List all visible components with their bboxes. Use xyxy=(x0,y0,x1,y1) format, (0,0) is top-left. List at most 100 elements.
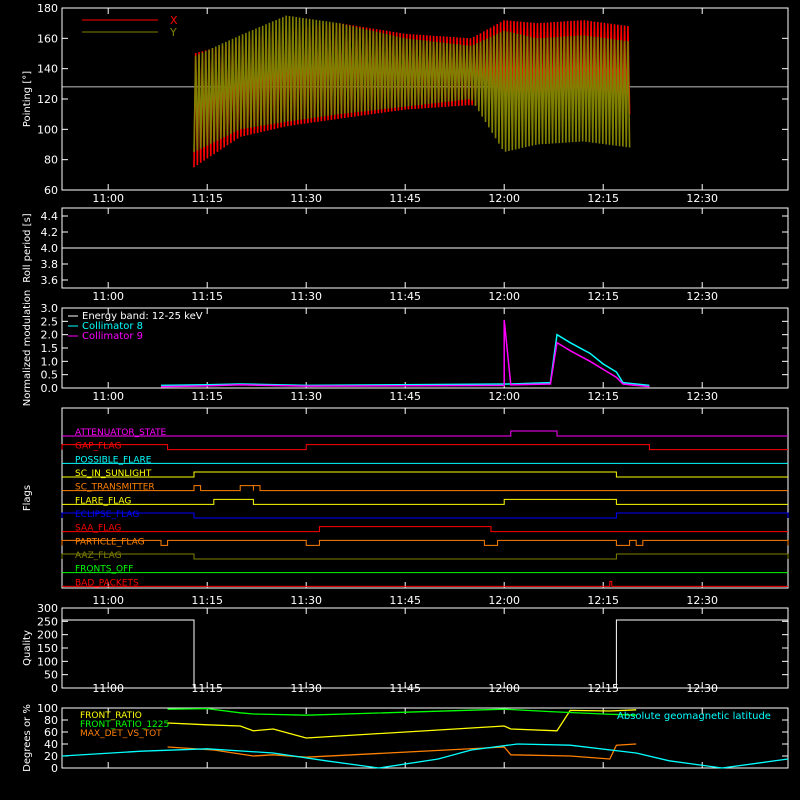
x-tick-label: 11:45 xyxy=(389,192,421,205)
x-tick-label: 11:30 xyxy=(290,594,322,607)
x-tick-label: 11:15 xyxy=(191,594,223,607)
flag-label: AAZ_FLAG xyxy=(75,551,122,561)
x-tick-label: 11:00 xyxy=(92,594,124,607)
y-tick-label: 1.0 xyxy=(41,355,59,368)
y-tick-label: 4.4 xyxy=(41,210,59,223)
y-tick-label: 0 xyxy=(51,682,58,695)
y-tick-label: 4.2 xyxy=(41,226,59,239)
y-tick-label: 60 xyxy=(44,726,58,739)
flag-bad-packets xyxy=(62,580,788,587)
flag-label: PARTICLE_FLAG xyxy=(75,537,145,547)
legend-label: Collimator 9 xyxy=(82,331,143,342)
flag-particle-flag xyxy=(61,539,789,546)
panel-ratios: Degrees or % 020406080100FRONT_RATIOFRONT… xyxy=(22,702,789,775)
y-tick-label: 300 xyxy=(37,602,58,615)
x-tick-label: 12:00 xyxy=(488,290,520,303)
y-tick-label: 140 xyxy=(37,63,58,76)
x-tick-label: 11:15 xyxy=(191,192,223,205)
annotation-label: Absolute geomagnetic latitude xyxy=(617,711,771,722)
flag-label: SC_IN_SUNLIGHT xyxy=(75,469,152,479)
y-axis-label: Normalized modulation xyxy=(22,290,33,407)
x-tick-label: 12:30 xyxy=(686,192,718,205)
y-tick-label: 2.0 xyxy=(41,329,59,342)
y-tick-label: 1.5 xyxy=(41,342,59,355)
y-tick-label: 100 xyxy=(37,123,58,136)
x-tick-label: 11:30 xyxy=(290,390,322,403)
series-front-ratio-1225 xyxy=(167,707,637,716)
y-tick-label: 40 xyxy=(44,738,58,751)
y-tick-label: 3.8 xyxy=(41,258,59,271)
y-tick-label: 80 xyxy=(44,154,58,167)
x-tick-label: 11:45 xyxy=(389,290,421,303)
y-tick-label: 200 xyxy=(37,629,58,642)
flag-attenuator-state xyxy=(62,430,788,437)
flag-aaz-flag xyxy=(61,553,789,560)
x-tick-label: 11:30 xyxy=(290,290,322,303)
y-tick-label: 80 xyxy=(44,714,58,727)
y-axis-label: Degrees or % xyxy=(22,704,33,772)
flag-saa-flag xyxy=(62,526,788,533)
flag-label: GAP_FLAG xyxy=(75,442,121,452)
y-tick-label: 120 xyxy=(37,93,58,106)
flag-label: FRONTS_OFF xyxy=(75,565,133,575)
x-tick-label: 11:45 xyxy=(389,390,421,403)
flag-sc-transmitter xyxy=(62,485,788,492)
x-tick-label: 11:45 xyxy=(389,594,421,607)
flag-label: BAD_PACKETS xyxy=(75,578,139,588)
x-tick-label: 11:30 xyxy=(290,192,322,205)
legend-label: MAX_DET_VS_TOT xyxy=(80,729,162,739)
solar-diagnostic-plot: 11:00 11:15 11:30 11:45 12:00 12:15 12:30 Point… xyxy=(22,2,789,775)
panel-flags: 11:00 11:15 11:30 11:45 12:00 12:15 12:30 Flags… xyxy=(22,407,789,607)
x-tick-label: 11:15 xyxy=(191,290,223,303)
flag-label: FLARE_FLAG xyxy=(75,496,131,506)
y-tick-label: 250 xyxy=(37,615,58,628)
flag-label: SC_TRANSMITTER xyxy=(75,483,155,493)
flag-label: SAA_FLAG xyxy=(75,524,121,534)
y-axis-label: Roll period [s] xyxy=(22,213,33,282)
y-tick-label: 3.6 xyxy=(41,274,59,287)
y-tick-label: 50 xyxy=(44,669,58,682)
quality-line xyxy=(62,619,788,689)
series-collimator-9 xyxy=(160,319,650,388)
panel-roll_period: 11:00 11:15 11:30 11:45 12:00 12:15 12:30 Roll … xyxy=(22,207,789,303)
flag-label: ECLIPSE_FLAG xyxy=(75,510,139,520)
series-front-ratio xyxy=(167,709,637,739)
x-tick-label: 12:15 xyxy=(587,290,619,303)
x-tick-label: 12:00 xyxy=(488,192,520,205)
panel-pointing: 11:00 11:15 11:30 11:45 12:00 12:15 12:30 Point… xyxy=(22,2,789,205)
y-tick-label: 0.5 xyxy=(41,369,59,382)
y-axis-label: Flags xyxy=(22,485,33,511)
x-tick-label: 12:15 xyxy=(587,390,619,403)
y-tick-label: 3.0 xyxy=(41,302,59,315)
x-tick-label: 11:00 xyxy=(92,290,124,303)
x-tick-label: 12:30 xyxy=(686,594,718,607)
series-max-det-vs-tot xyxy=(167,743,637,760)
panel-frame xyxy=(61,407,789,589)
x-tick-label: 12:30 xyxy=(686,390,718,403)
flag-sc-in-sunlight xyxy=(62,471,788,478)
panel-quality: 11:00 11:15 11:30 11:45 12:00 12:15 12:30Quali… xyxy=(22,602,789,695)
x-tick-label: 11:00 xyxy=(92,390,124,403)
flag-label: POSSIBLE_FLARE xyxy=(75,455,152,465)
x-tick-label: 12:15 xyxy=(587,594,619,607)
y-axis-label: Quality xyxy=(22,630,33,666)
y-tick-label: 150 xyxy=(37,642,58,655)
y-tick-label: 0 xyxy=(51,762,58,775)
panel-modulation: 11:00 11:15 11:30 11:45 12:00 12:15 12:30 Norma… xyxy=(22,290,789,407)
series-collimator-8 xyxy=(160,333,650,387)
x-tick-label: 11:00 xyxy=(92,682,124,695)
flag-flare-flag xyxy=(62,498,788,505)
x-tick-label: 12:00 xyxy=(488,390,520,403)
y-tick-label: 100 xyxy=(37,702,58,715)
y-tick-label: 180 xyxy=(37,2,58,15)
flag-label: ATTENUATOR_STATE xyxy=(75,428,167,438)
legend-label: Y xyxy=(169,26,177,39)
x-tick-label: 12:15 xyxy=(587,192,619,205)
x-tick-label: 12:00 xyxy=(488,594,520,607)
y-tick-label: 2.5 xyxy=(41,315,59,328)
y-tick-label: 60 xyxy=(44,184,58,197)
x-tick-label: 11:00 xyxy=(92,192,124,205)
x-tick-label: 12:30 xyxy=(686,682,718,695)
y-tick-label: 160 xyxy=(37,32,58,45)
y-axis-label: Pointing [°] xyxy=(22,71,33,127)
